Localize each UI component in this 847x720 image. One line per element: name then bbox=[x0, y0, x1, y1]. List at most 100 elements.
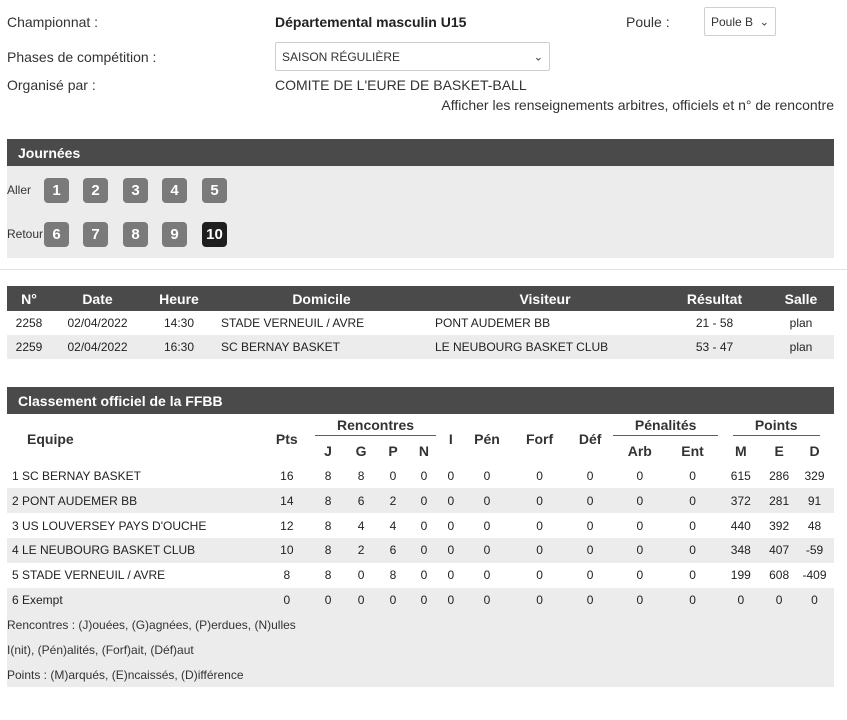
retour-label: Retour bbox=[7, 227, 44, 241]
cell-m: 0 bbox=[718, 587, 764, 613]
match-venue-link[interactable]: plan bbox=[768, 335, 834, 359]
cell-g: 8 bbox=[357, 468, 365, 483]
team-name: 5 STADE VERNEUIL / AVRE bbox=[12, 568, 166, 583]
journees-header: Journées bbox=[7, 139, 834, 166]
col-pen: Pén bbox=[474, 430, 500, 447]
journee-button-9[interactable]: 9 bbox=[162, 222, 187, 247]
cell-j: 8 bbox=[324, 518, 332, 533]
col-g: G bbox=[355, 443, 367, 460]
cell-g: 6 bbox=[344, 488, 378, 514]
col-group-points: Points bbox=[718, 414, 834, 439]
cell-def: 0 bbox=[586, 468, 594, 483]
cell-def: 0 bbox=[586, 518, 594, 533]
journee-button-10-active[interactable]: 10 bbox=[202, 222, 227, 247]
match-number: 2258 bbox=[15, 316, 43, 330]
col-group-penalites: Pénalités bbox=[612, 414, 719, 439]
cell-arb: 0 bbox=[612, 537, 667, 563]
championnat-value: Départemental masculin U15 bbox=[275, 14, 467, 30]
journee-button-2[interactable]: 2 bbox=[83, 178, 108, 203]
cell-arb: 0 bbox=[612, 488, 667, 514]
match-date: 02/04/2022 bbox=[51, 335, 144, 359]
cell-j: 8 bbox=[324, 568, 332, 583]
match-row: 2258 02/04/2022 14:30 STADE VERNEUIL / A… bbox=[7, 311, 834, 335]
cell-pts: 14 bbox=[262, 488, 312, 514]
cell-p: 4 bbox=[389, 518, 397, 533]
journee-button-5[interactable]: 5 bbox=[202, 178, 227, 203]
cell-i: 0 bbox=[447, 468, 455, 483]
table-row: 3 US LOUVERSEY PAYS D'OUCHE 12 8 4 4 0 0… bbox=[7, 513, 834, 538]
legend-row: I(nit), (Pén)alités, (Forf)ait, (Déf)aut bbox=[7, 637, 834, 663]
cell-def: 0 bbox=[567, 587, 613, 613]
match-time: 16:30 bbox=[144, 335, 214, 359]
cell-pen: 0 bbox=[483, 518, 491, 533]
table-row: 2 PONT AUDEMER BB 14 8 6 2 0 0 0 0 0 0 0… bbox=[7, 488, 834, 514]
phases-label: Phases de compétition : bbox=[7, 49, 157, 65]
cell-p: 6 bbox=[377, 537, 409, 563]
legend-row: Points : (M)arqués, (E)ncaissés, (D)iffé… bbox=[7, 662, 834, 688]
team-name: 4 LE NEUBOURG BASKET CLUB bbox=[7, 537, 263, 563]
cell-j: 8 bbox=[311, 537, 345, 563]
col-domicile: Domicile bbox=[214, 286, 429, 311]
match-home-team: SC BERNAY BASKET bbox=[214, 335, 429, 359]
cell-ent: 0 bbox=[689, 468, 696, 483]
phases-select-value: SAISON RÉGULIÈRE bbox=[282, 49, 401, 64]
cell-d: 48 bbox=[807, 518, 822, 533]
cell-arb: 0 bbox=[636, 568, 644, 583]
journee-button-6[interactable]: 6 bbox=[44, 222, 69, 247]
details-link[interactable]: Afficher les renseignements arbitres, of… bbox=[441, 97, 834, 113]
chevron-down-icon: ⌄ bbox=[759, 16, 769, 28]
cell-def: 0 bbox=[567, 488, 613, 514]
journees-panel: Aller 1 2 3 4 5 Retour 6 7 8 9 10 bbox=[7, 166, 834, 258]
cell-d: -59 bbox=[795, 537, 834, 563]
chevron-down-icon: ⌄ bbox=[533, 51, 543, 63]
match-date: 02/04/2022 bbox=[67, 316, 128, 330]
cell-i: 0 bbox=[447, 518, 455, 533]
col-salle: Salle bbox=[768, 286, 834, 311]
table-row: 4 LE NEUBOURG BASKET CLUB 10 8 2 6 0 0 0… bbox=[7, 537, 834, 563]
cell-ent: 0 bbox=[666, 488, 719, 514]
cell-n: 0 bbox=[420, 518, 428, 533]
journee-button-7[interactable]: 7 bbox=[83, 222, 108, 247]
col-def: Déf bbox=[578, 430, 602, 447]
cell-m: 615 bbox=[730, 468, 751, 483]
cell-p: 2 bbox=[377, 488, 409, 514]
team-name: 2 PONT AUDEMER BB bbox=[7, 488, 263, 514]
legend-penalites: I(nit), (Pén)alités, (Forf)ait, (Déf)aut bbox=[7, 642, 194, 657]
cell-i: 0 bbox=[439, 537, 463, 563]
journee-button-1[interactable]: 1 bbox=[44, 178, 69, 203]
standings-header: Classement officiel de la FFBB bbox=[7, 387, 834, 414]
legend-row: Rencontres : (J)ouées, (G)agnées, (P)erd… bbox=[7, 612, 834, 638]
journee-button-3[interactable]: 3 bbox=[123, 178, 148, 203]
col-d: D bbox=[809, 443, 820, 460]
journee-button-4[interactable]: 4 bbox=[162, 178, 187, 203]
journee-button-8[interactable]: 8 bbox=[123, 222, 148, 247]
cell-p: 8 bbox=[389, 568, 397, 583]
team-name: 1 SC BERNAY BASKET bbox=[12, 468, 141, 483]
cell-pen: 0 bbox=[483, 468, 491, 483]
col-arb: Arb bbox=[627, 443, 652, 460]
col-e: E bbox=[774, 443, 784, 460]
cell-forf: 0 bbox=[511, 537, 568, 563]
penalites-heading: Pénalités bbox=[612, 417, 719, 436]
matches-header-row: N° Date Heure Domicile Visiteur Résultat… bbox=[7, 286, 834, 311]
cell-j: 0 bbox=[311, 587, 345, 613]
col-numero: N° bbox=[7, 286, 51, 311]
match-venue-link[interactable]: plan bbox=[768, 311, 834, 335]
cell-pen: 0 bbox=[462, 587, 512, 613]
championnat-label: Championnat : bbox=[7, 14, 99, 30]
cell-e: 608 bbox=[769, 568, 790, 583]
col-date: Date bbox=[51, 286, 144, 311]
phases-select[interactable]: SAISON RÉGULIÈRE ⌄ bbox=[275, 42, 550, 71]
cell-ent: 0 bbox=[689, 568, 696, 583]
rencontres-heading: Rencontres bbox=[315, 417, 437, 436]
poule-select-value: Poule B bbox=[711, 14, 754, 29]
poule-select[interactable]: Poule B ⌄ bbox=[704, 7, 776, 36]
team-name: 3 US LOUVERSEY PAYS D'OUCHE bbox=[12, 518, 207, 533]
match-result: 21 - 58 bbox=[695, 316, 734, 330]
standings-panel: Equipe Pts Rencontres I Pén Forf Déf Pén… bbox=[7, 414, 834, 699]
col-forf: Forf bbox=[525, 430, 554, 447]
cell-g: 0 bbox=[357, 568, 365, 583]
cell-forf: 0 bbox=[511, 488, 568, 514]
col-i: I bbox=[448, 430, 453, 447]
table-row: 5 STADE VERNEUIL / AVRE 8 8 0 8 0 0 0 0 … bbox=[7, 563, 834, 588]
